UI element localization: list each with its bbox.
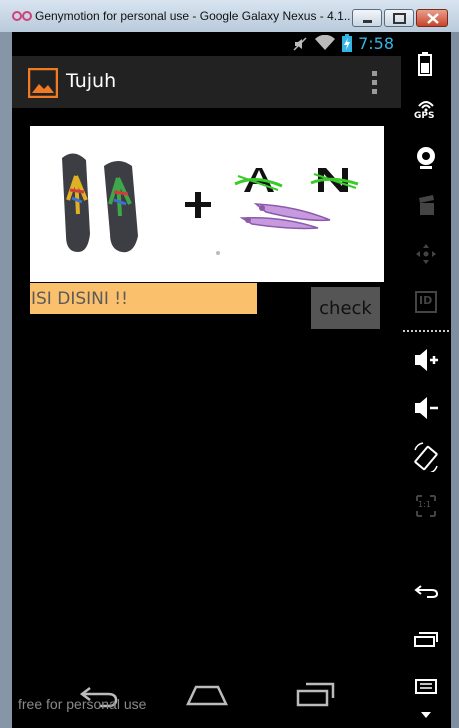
dpad-tool[interactable] <box>401 232 451 272</box>
gps-label: GPS <box>414 111 435 121</box>
gps-tool[interactable]: GPS <box>401 88 451 128</box>
recent-apps-icon <box>414 632 438 647</box>
rotate-icon <box>414 442 438 472</box>
minimize-button[interactable] <box>352 9 382 27</box>
battery-icon <box>418 52 432 76</box>
window-right-border <box>451 32 459 728</box>
window-title: Genymotion for personal use - Google Gal… <box>35 9 351 23</box>
window-left-border <box>0 32 12 728</box>
recent-apps-tool[interactable] <box>401 618 451 658</box>
status-bar: 7:58 <box>12 32 401 56</box>
rotate-tool[interactable] <box>401 436 451 476</box>
close-button[interactable] <box>416 9 448 27</box>
battery-charging-icon <box>342 34 352 52</box>
device-screen: 7:58 Tujuh ISI DISINI !! check free for … <box>12 32 401 728</box>
dpad-icon <box>416 244 436 264</box>
recent-apps-icon[interactable] <box>296 682 336 708</box>
watermark-text: free for personal use <box>18 696 147 712</box>
overflow-menu-icon[interactable] <box>371 71 379 97</box>
menu-tool[interactable] <box>401 666 451 706</box>
volume-up-icon <box>415 349 438 371</box>
camera-tool[interactable] <box>401 136 451 176</box>
check-button[interactable]: check <box>311 287 380 329</box>
home-icon[interactable] <box>186 684 228 708</box>
video-icon <box>419 195 434 215</box>
scale-label: 1:1 <box>418 500 431 509</box>
genymotion-logo-icon <box>12 11 32 21</box>
id-tool[interactable]: ID <box>401 280 451 320</box>
panel-separator <box>403 330 449 332</box>
menu-icon <box>415 679 437 694</box>
plus-symbol <box>185 192 211 218</box>
action-bar: Tujuh <box>12 56 401 108</box>
camera-icon <box>417 147 435 169</box>
volume-down-tool[interactable] <box>401 386 451 426</box>
mute-icon <box>293 37 307 51</box>
emulator-window: Genymotion for personal use - Google Gal… <box>0 0 459 728</box>
puzzle-image <box>30 126 384 282</box>
id-label: ID <box>419 294 433 307</box>
sandals-picture <box>62 153 138 253</box>
status-clock: 7:58 <box>358 34 394 53</box>
hair-clips-picture <box>239 203 331 230</box>
crossed-letters <box>234 168 359 192</box>
emulator-side-panel: GPS ID 1:1 <box>401 32 451 728</box>
battery-tool[interactable] <box>401 42 451 82</box>
page-title: Tujuh <box>66 70 117 92</box>
volume-up-tool[interactable] <box>401 338 451 378</box>
wifi-icon <box>315 35 335 50</box>
volume-down-icon <box>415 397 438 419</box>
answer-input[interactable] <box>30 283 257 314</box>
back-tool[interactable] <box>401 570 451 610</box>
video-tool[interactable] <box>401 184 451 224</box>
window-titlebar[interactable]: Genymotion for personal use - Google Gal… <box>0 0 459 32</box>
image-icon[interactable] <box>28 68 58 98</box>
back-icon <box>414 585 439 598</box>
scroll-down-icon[interactable] <box>421 712 431 718</box>
scale-tool[interactable]: 1:1 <box>401 484 451 524</box>
maximize-button[interactable] <box>384 9 414 27</box>
